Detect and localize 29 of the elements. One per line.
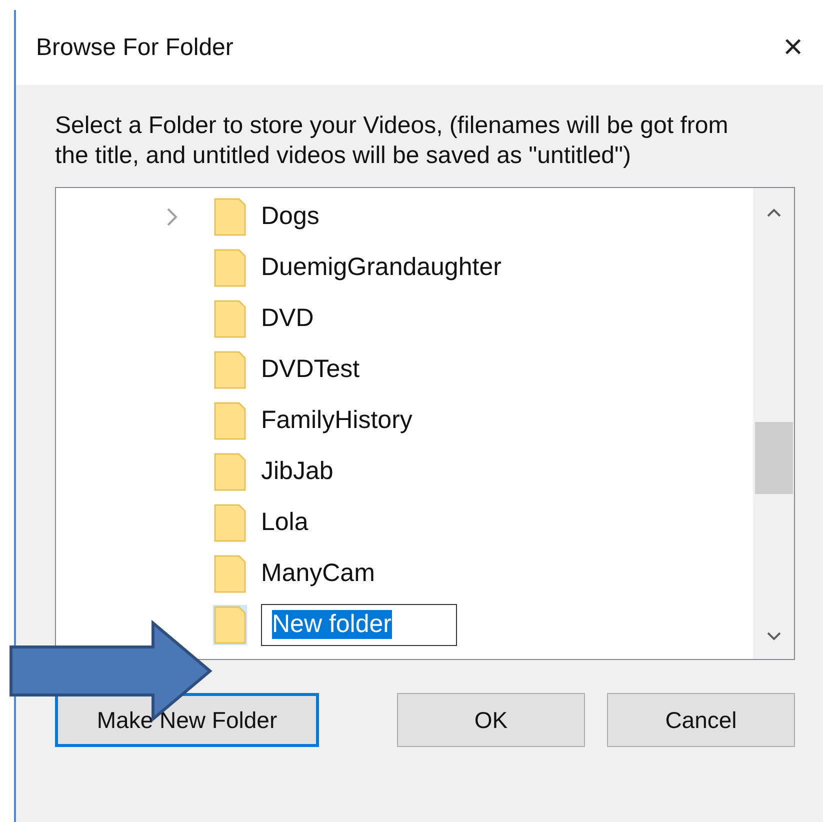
folder-icon xyxy=(213,554,247,594)
rename-field[interactable]: New folder xyxy=(261,604,457,646)
folder-name[interactable]: DuemigGrandaughter xyxy=(261,253,502,282)
folder-name[interactable]: DVDTest xyxy=(261,355,360,384)
dialog-button[interactable]: OK xyxy=(397,693,585,747)
dialog-button[interactable]: Make New Folder xyxy=(55,693,319,747)
folder-icon xyxy=(213,350,247,390)
folder-name[interactable]: FamilyHistory xyxy=(261,406,412,435)
window-title: Browse For Folder xyxy=(36,34,234,62)
dialog-button[interactable]: Cancel xyxy=(607,693,795,747)
scrollbar[interactable] xyxy=(753,188,794,659)
folder-name[interactable]: Lola xyxy=(261,508,308,537)
folder-icon xyxy=(213,604,247,644)
folder-icon xyxy=(213,196,247,236)
folder-icon xyxy=(213,400,247,440)
folder-name[interactable]: JibJab xyxy=(261,457,334,486)
close-button[interactable]: × xyxy=(777,28,809,67)
chevron-right-icon[interactable] xyxy=(165,206,179,228)
folder-icon xyxy=(213,452,247,492)
instruction-text: Select a Folder to store your Videos, (filenames will be got from the title, and untitled videos will be saved as "untitled") xyxy=(55,111,730,171)
folder-name[interactable]: Dogs xyxy=(261,202,320,231)
folder-name[interactable]: DVD xyxy=(261,304,314,333)
scroll-thumb[interactable] xyxy=(754,422,792,494)
folder-name[interactable]: ManyCam xyxy=(261,559,375,588)
folder-icon xyxy=(213,298,247,338)
scroll-up-icon[interactable] xyxy=(766,206,782,218)
scroll-down-icon[interactable] xyxy=(766,631,782,643)
folder-icon xyxy=(213,248,247,288)
folder-icon xyxy=(213,502,247,542)
